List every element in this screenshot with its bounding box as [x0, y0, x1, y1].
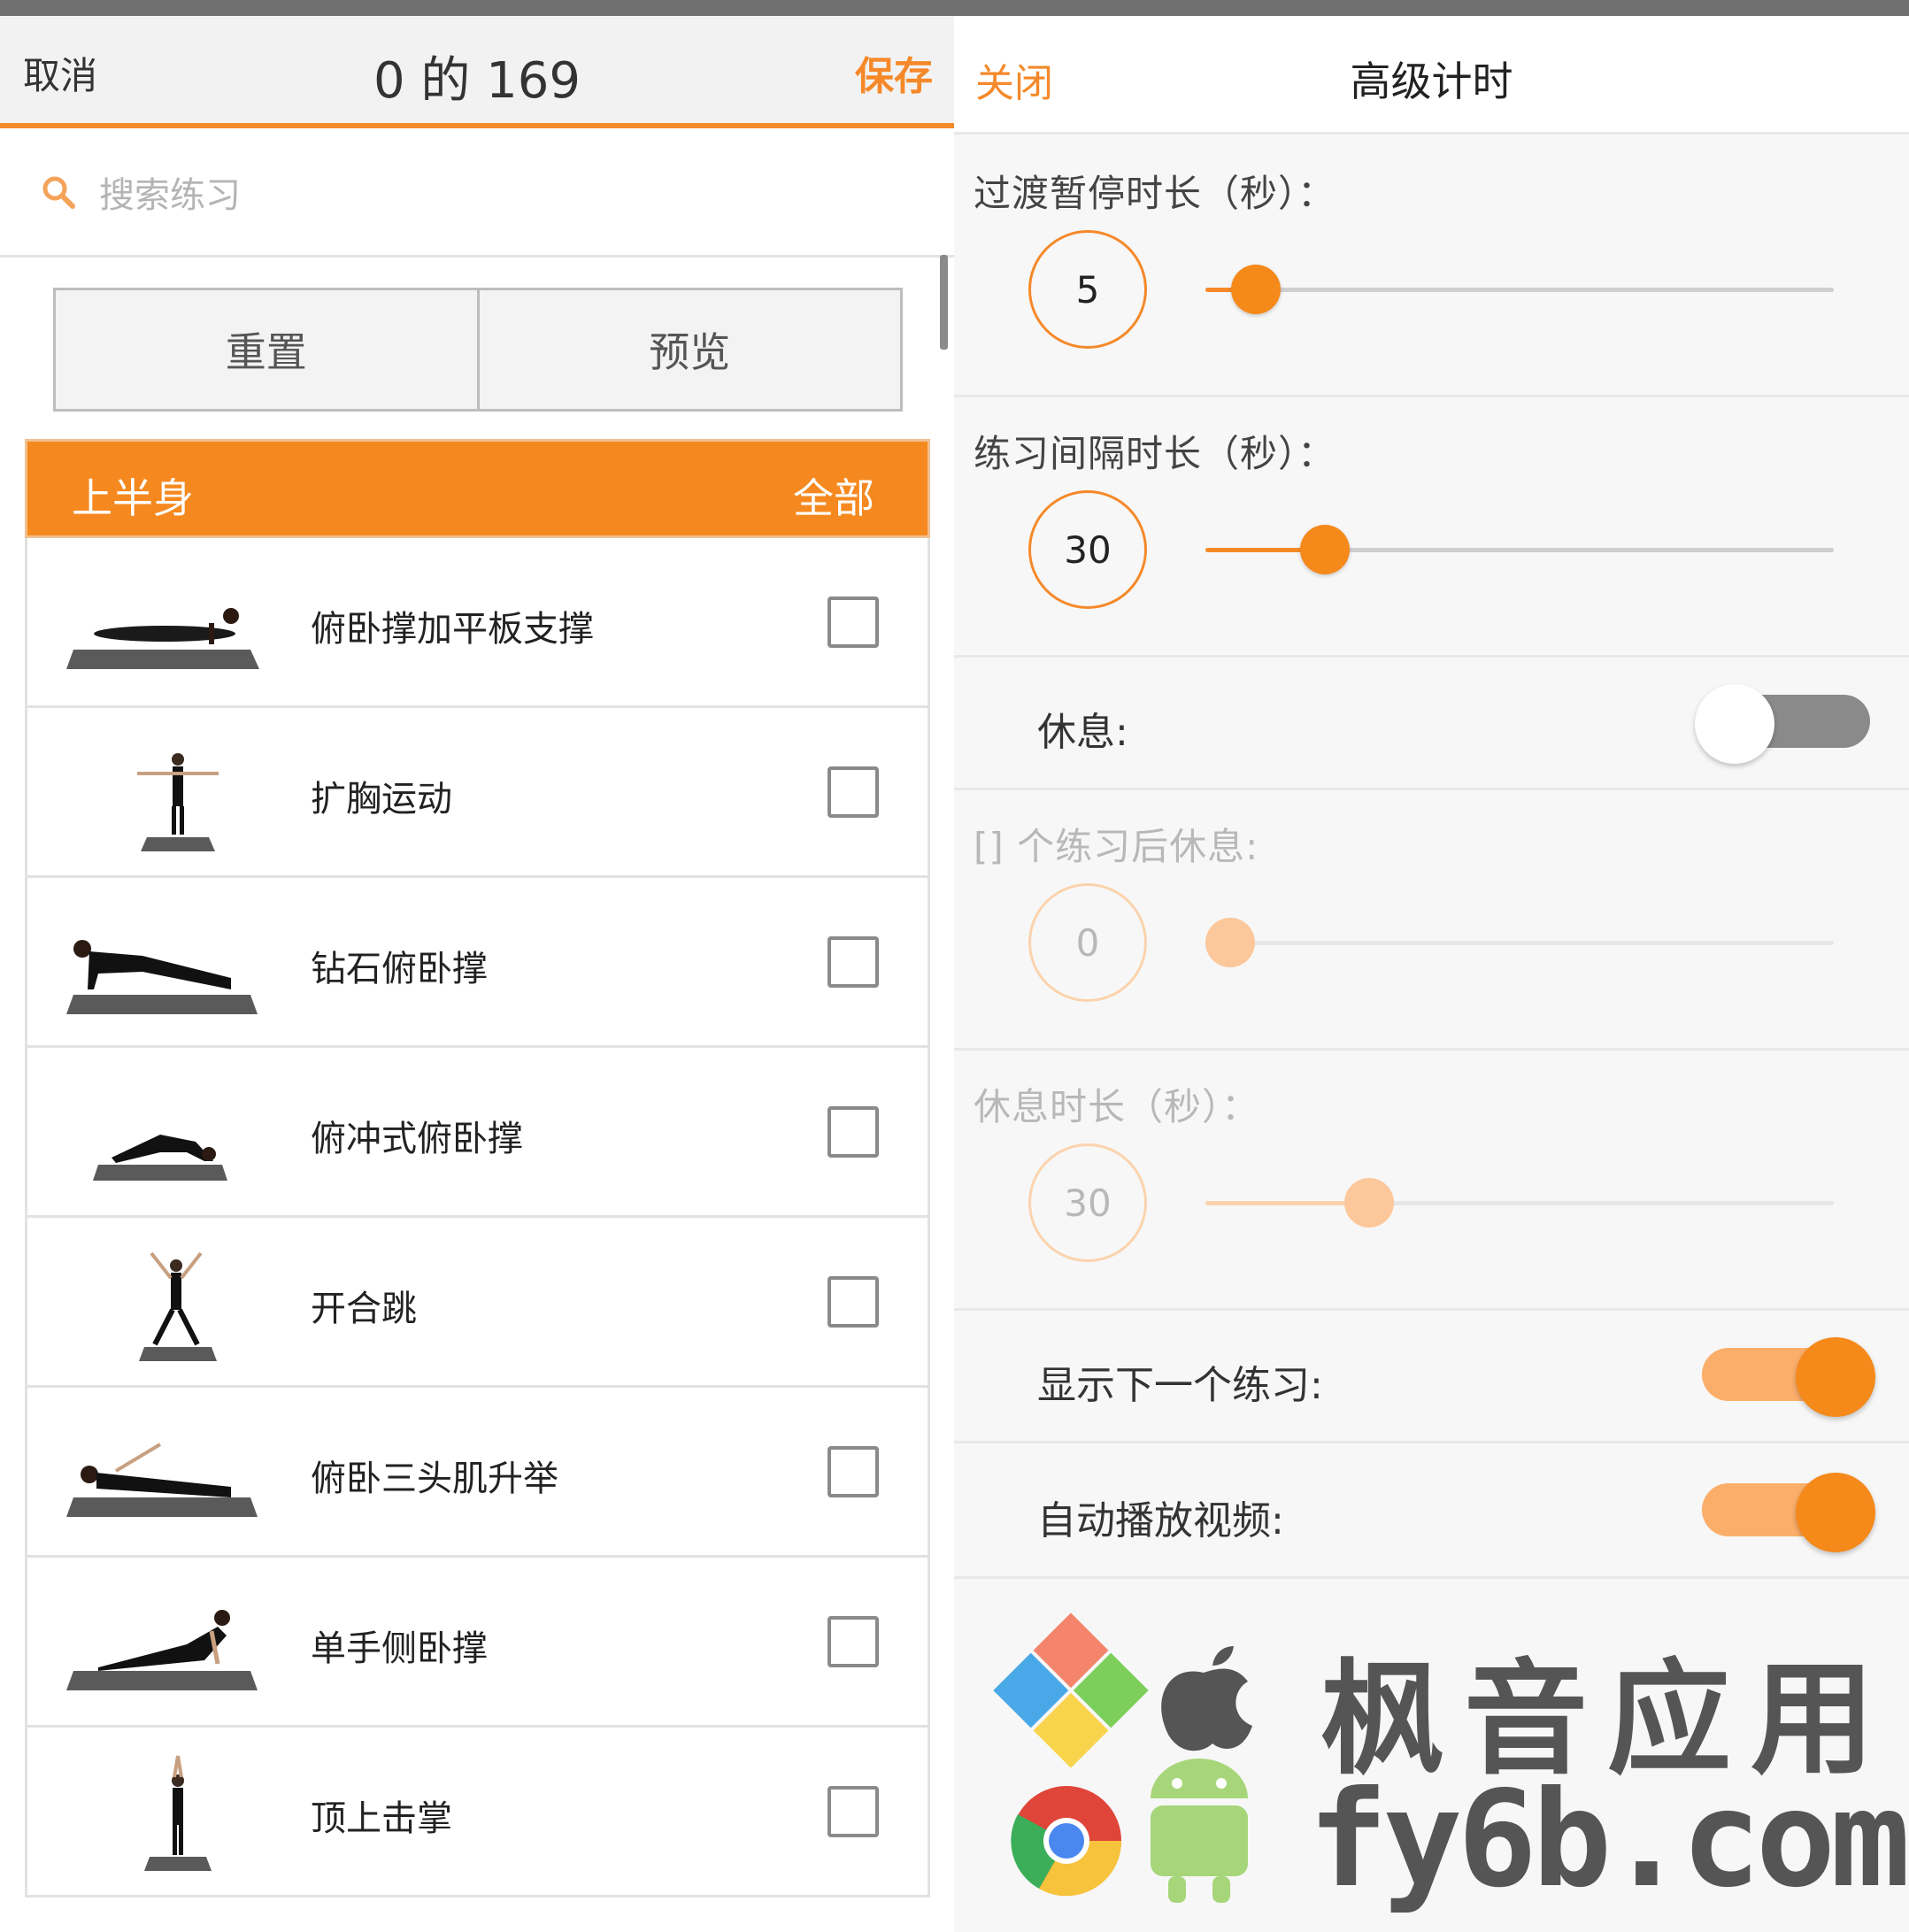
- show-next-toggle[interactable]: [1702, 1337, 1875, 1417]
- save-button[interactable]: 保存: [855, 44, 933, 101]
- transition-pause-slider[interactable]: [1205, 265, 1834, 314]
- watermark-site: fy6b.com: [1308, 1763, 1909, 1917]
- select-all-button[interactable]: 全部: [793, 466, 874, 525]
- exercise-row[interactable]: 顶上击掌: [25, 1728, 930, 1897]
- rest-after-value: 0: [1028, 883, 1147, 1002]
- exercise-thumbnail: [139, 1251, 217, 1361]
- exercise-thumbnail: [66, 608, 259, 669]
- exercise-row[interactable]: 扩胸运动: [25, 708, 930, 878]
- rest-duration-slider[interactable]: [1205, 1178, 1834, 1228]
- search-input[interactable]: [99, 169, 896, 222]
- category-header: 上半身 全部: [25, 439, 930, 538]
- search-bar: [0, 134, 954, 258]
- scrollbar[interactable]: [940, 255, 948, 350]
- slider-thumb[interactable]: [1343, 1178, 1394, 1228]
- exercise-label: 俯卧三头肌升举: [311, 1459, 558, 1499]
- exercise-interval-slider[interactable]: [1205, 525, 1834, 574]
- watermark: 枫音应用 fy6b.com: [974, 1584, 1909, 1920]
- exercise-list: 俯卧撑加平板支撑 扩胸运动 钻石俯卧撑 俯冲式俯卧撑 开合跳 俯卧三头肌升举 单…: [25, 538, 930, 1897]
- autoplay-row: 自动播放视频:: [954, 1446, 1909, 1579]
- timing-header: 关闭 高级计时: [954, 16, 1909, 135]
- exercise-label: 俯冲式俯卧撑: [311, 1119, 523, 1159]
- exercise-thumbnail: [144, 1755, 212, 1871]
- exercise-thumbnail: [66, 1610, 258, 1690]
- exercise-checkbox[interactable]: [827, 1276, 879, 1328]
- picker-header: 取消 0 的 169 保存: [0, 16, 954, 128]
- search-icon: [42, 176, 75, 209]
- exercise-checkbox[interactable]: [827, 936, 879, 988]
- exercise-picker-panel: 取消 0 的 169 保存 重置 预览 上半身 全部 俯卧撑加平板支撑: [0, 16, 954, 1932]
- slider-thumb[interactable]: [1299, 525, 1350, 574]
- status-bar: [0, 0, 1909, 16]
- exercise-label: 俯卧撑加平板支撑: [311, 609, 594, 650]
- exercise-checkbox[interactable]: [827, 1786, 879, 1837]
- exercise-interval-value: 30: [1028, 490, 1147, 609]
- rest-after-label: [] 个练习后休息:: [974, 825, 1259, 868]
- exercise-row[interactable]: 开合跳: [25, 1218, 930, 1388]
- exercise-row[interactable]: 俯冲式俯卧撑: [25, 1048, 930, 1218]
- exercise-checkbox[interactable]: [827, 1446, 879, 1497]
- exercise-label: 顶上击掌: [311, 1798, 452, 1839]
- action-button-group: 重置 预览: [53, 288, 903, 412]
- transition-pause-value: 5: [1028, 230, 1147, 349]
- slider-thumb[interactable]: [1205, 918, 1256, 967]
- rest-duration-section: 休息时长（秒）： 30: [954, 1051, 1909, 1311]
- exercise-checkbox[interactable]: [827, 597, 879, 648]
- exercise-interval-section: 练习间隔时长（秒）： 30: [954, 397, 1909, 658]
- autoplay-toggle[interactable]: [1702, 1473, 1875, 1552]
- preview-button[interactable]: 预览: [476, 290, 901, 409]
- exercise-thumbnail: [137, 753, 219, 851]
- exercise-thumbnail: [66, 940, 258, 1014]
- rest-after-section: [] 个练习后休息: 0: [954, 790, 1909, 1051]
- exercise-label: 开合跳: [311, 1289, 417, 1329]
- rest-toggle[interactable]: [1695, 684, 1870, 764]
- exercise-row[interactable]: 单手侧卧撑: [25, 1558, 930, 1728]
- transition-pause-section: 过渡暂停时长（秒）： 5: [954, 137, 1909, 397]
- exercise-thumbnail: [66, 1443, 258, 1517]
- rest-duration-value: 30: [1028, 1143, 1147, 1262]
- transition-pause-label: 过渡暂停时长（秒）：: [974, 172, 1336, 215]
- exercise-checkbox[interactable]: [827, 1616, 879, 1667]
- platform-logos-icon: [993, 1613, 1252, 1903]
- exercise-row[interactable]: 俯卧三头肌升举: [25, 1388, 930, 1558]
- category-name: 上半身: [72, 474, 194, 522]
- slider-thumb[interactable]: [1230, 265, 1281, 314]
- exercise-label: 钻石俯卧撑: [311, 949, 488, 989]
- exercise-label: 单手侧卧撑: [311, 1628, 488, 1669]
- exercise-checkbox[interactable]: [827, 1106, 879, 1158]
- autoplay-label: 自动播放视频:: [1037, 1498, 1284, 1543]
- reset-button[interactable]: 重置: [56, 290, 477, 409]
- rest-after-slider[interactable]: [1205, 918, 1834, 967]
- show-next-label: 显示下一个练习:: [1037, 1363, 1323, 1408]
- exercise-row[interactable]: 俯卧撑加平板支撑: [25, 538, 930, 708]
- exercise-label: 扩胸运动: [311, 779, 452, 820]
- rest-label: 休息:: [1037, 710, 1128, 755]
- show-next-row: 显示下一个练习:: [954, 1311, 1909, 1443]
- rest-duration-label: 休息时长（秒）：: [974, 1085, 1260, 1128]
- exercise-checkbox[interactable]: [827, 766, 879, 818]
- selection-count-title: 0 的 169: [373, 52, 581, 110]
- exercise-thumbnail: [93, 1135, 227, 1181]
- exercise-row[interactable]: 钻石俯卧撑: [25, 878, 930, 1048]
- timing-title: 高级计时: [1350, 58, 1513, 105]
- rest-toggle-row: 休息:: [954, 658, 1909, 790]
- exercise-interval-label: 练习间隔时长（秒）：: [974, 432, 1336, 475]
